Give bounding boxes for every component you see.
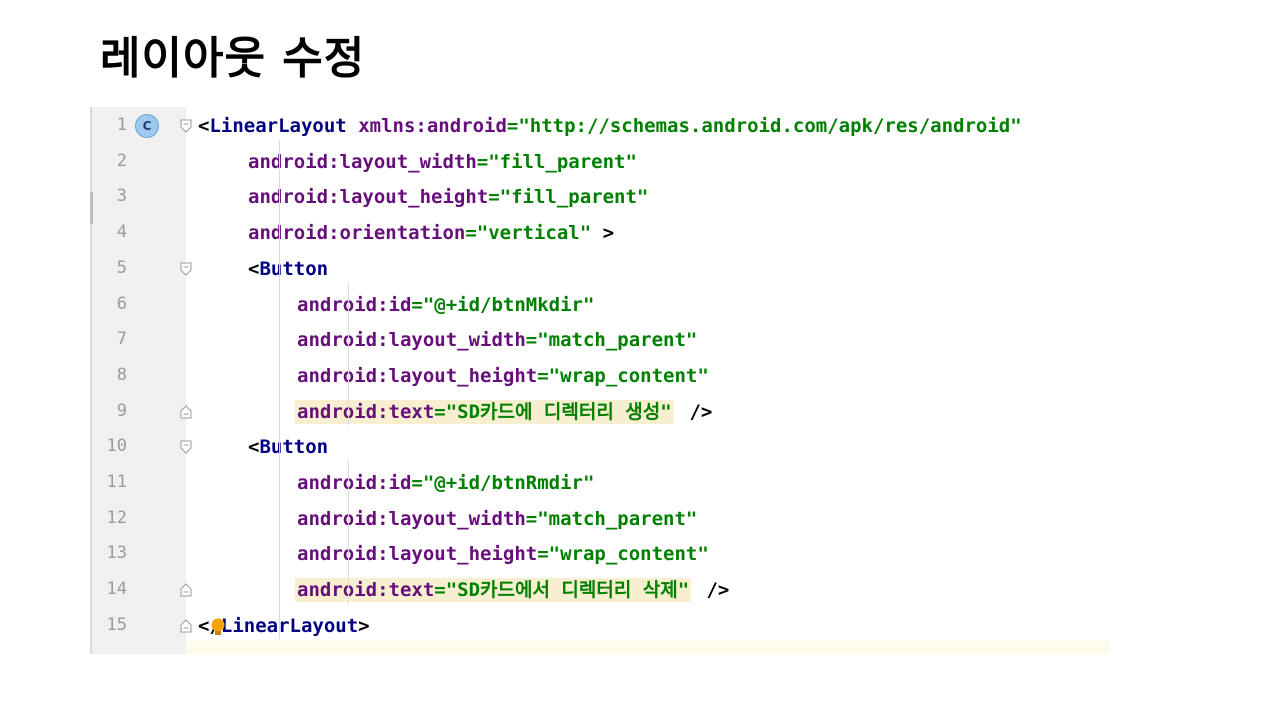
code-text[interactable]: android:id="@+id/btnRmdir" (297, 471, 594, 495)
line-number: 2 (116, 150, 127, 171)
line-number: 9 (116, 400, 127, 421)
code-token: android:orientation (248, 222, 466, 245)
line-number: 3 (116, 186, 127, 207)
code-line[interactable]: 6 android:id="@+id/btnMkdir" (90, 287, 1110, 323)
code-token: ="wrap_content" (537, 543, 709, 566)
line-number: 8 (116, 364, 127, 385)
code-token: android:text (297, 579, 435, 602)
fold-marker-icon[interactable] (180, 618, 192, 633)
code-text[interactable]: <LinearLayout xmlns:android="http://sche… (198, 114, 1022, 138)
code-token: android:id (297, 293, 412, 316)
fold-marker-icon[interactable] (180, 261, 192, 276)
code-text[interactable]: <Button (248, 435, 328, 459)
code-line[interactable]: 7 android:layout_width="match_parent" (90, 322, 1110, 358)
code-token: android:layout_width (248, 150, 477, 173)
code-token: ="fill_parent" (476, 150, 637, 173)
code-token: android:layout_height (297, 543, 538, 566)
indent-guide (348, 282, 349, 426)
code-token: android:id (297, 472, 412, 494)
fold-marker-icon[interactable] (180, 404, 192, 419)
code-token: > (591, 222, 615, 245)
indent-guide (279, 139, 280, 640)
code-line[interactable]: 3 android:layout_height="fill_parent" (90, 179, 1110, 215)
code-line[interactable]: 1 C <LinearLayout xmlns:android="http://sc… (90, 108, 1110, 144)
code-token: LinearLayout (220, 614, 359, 637)
code-token: android (426, 115, 507, 137)
code-line[interactable]: 10 <Button (90, 429, 1110, 465)
class-c-icon[interactable]: C (135, 114, 159, 138)
code-tail: /> (678, 400, 713, 423)
code-token: Button (259, 436, 329, 459)
code-token: ="vertical" (465, 222, 592, 245)
line-number: 12 (106, 507, 127, 528)
fold-marker-icon[interactable] (180, 439, 192, 455)
line-number: 11 (106, 472, 127, 492)
code-text[interactable]: <Button (248, 257, 328, 281)
code-token: ="match_parent" (525, 507, 698, 530)
code-text[interactable]: android:layout_width="fill_parent" (248, 150, 637, 174)
slide-title: 레이아웃 수정 (100, 33, 366, 84)
code-token: < (248, 436, 260, 459)
indent-guide (348, 461, 349, 604)
code-line[interactable]: 13 android:layout_height="wrap_content" (90, 536, 1110, 572)
code-token: < (248, 257, 260, 280)
fold-marker-icon[interactable] (180, 118, 192, 133)
code-token: android:layout_height (297, 364, 538, 387)
code-token: android:layout_height (248, 186, 489, 209)
line-number: 15 (106, 614, 127, 635)
code-token: android:text (297, 400, 435, 423)
line-number: 10 (106, 436, 127, 457)
code-token: android:layout_width (297, 329, 526, 352)
code-token: Button (259, 257, 329, 280)
code-text[interactable]: android:layout_height="wrap_content" (297, 364, 709, 388)
code-line[interactable]: 4 android:orientation="vertical" > (90, 215, 1110, 251)
code-text[interactable]: android:layout_width="match_parent" (297, 507, 697, 531)
code-token: ="fill_parent" (488, 186, 649, 209)
code-token: ="@+id/btnMkdir" (411, 293, 595, 316)
code-token: ="http://schemas.android.com/apk/res/and… (506, 115, 1022, 137)
line-number: 14 (106, 579, 127, 600)
code-token: ="@+id/btnRmdir" (411, 472, 595, 494)
code-line[interactable]: 9 android:text="SD카드에 디렉터리 생성" /> (90, 394, 1110, 430)
line-number: 5 (116, 257, 127, 278)
code-token: android:layout_width (297, 507, 526, 530)
code-line[interactable]: 11 android:id="@+id/btnRmdir" (90, 465, 1110, 501)
fold-marker-icon[interactable] (180, 582, 192, 597)
code-token: ="SD카드에 디렉터리 생성" (434, 400, 672, 423)
code-token: xmlns: (358, 115, 427, 137)
intention-bulb-icon[interactable] (210, 617, 226, 637)
code-text[interactable]: android:layout_width="match_parent" (297, 328, 697, 352)
code-token: LinearLayout (209, 115, 347, 137)
code-line[interactable]: 14 android:text="SD카드에서 디렉터리 삭제" /> (90, 572, 1110, 608)
line-number: 4 (116, 222, 127, 243)
code-line[interactable]: 15 </LinearLayout> (90, 608, 1110, 644)
code-text[interactable]: android:text="SD카드에서 디렉터리 삭제" (295, 578, 692, 603)
line-number: 13 (106, 543, 127, 564)
code-line[interactable]: 2 android:layout_width="fill_parent" (90, 144, 1110, 180)
code-token: > (358, 614, 370, 637)
line-number: 7 (116, 329, 127, 350)
line-number: 6 (116, 293, 127, 314)
line-number: 1 (116, 115, 127, 135)
code-line[interactable]: 12 android:layout_width="match_parent" (90, 501, 1110, 537)
code-text[interactable]: android:orientation="vertical" > (248, 221, 614, 245)
code-token: < (198, 115, 210, 137)
code-token: ="SD카드에서 디렉터리 삭제" (434, 579, 690, 602)
code-token: ="wrap_content" (537, 364, 709, 387)
code-text[interactable]: android:id="@+id/btnMkdir" (297, 293, 594, 317)
code-text[interactable]: android:layout_height="wrap_content" (297, 542, 709, 566)
code-text[interactable]: android:text="SD카드에 디렉터리 생성" (295, 399, 674, 424)
code-token: ="match_parent" (525, 329, 698, 352)
code-editor[interactable]: 1 C <LinearLayout xmlns:android="http://sc… (90, 107, 1110, 654)
code-text[interactable]: android:layout_height="fill_parent" (248, 185, 648, 209)
code-tail: /> (695, 579, 730, 602)
code-line[interactable]: 8 android:layout_height="wrap_content" (90, 358, 1110, 394)
code-line[interactable]: 5 <Button (90, 251, 1110, 287)
